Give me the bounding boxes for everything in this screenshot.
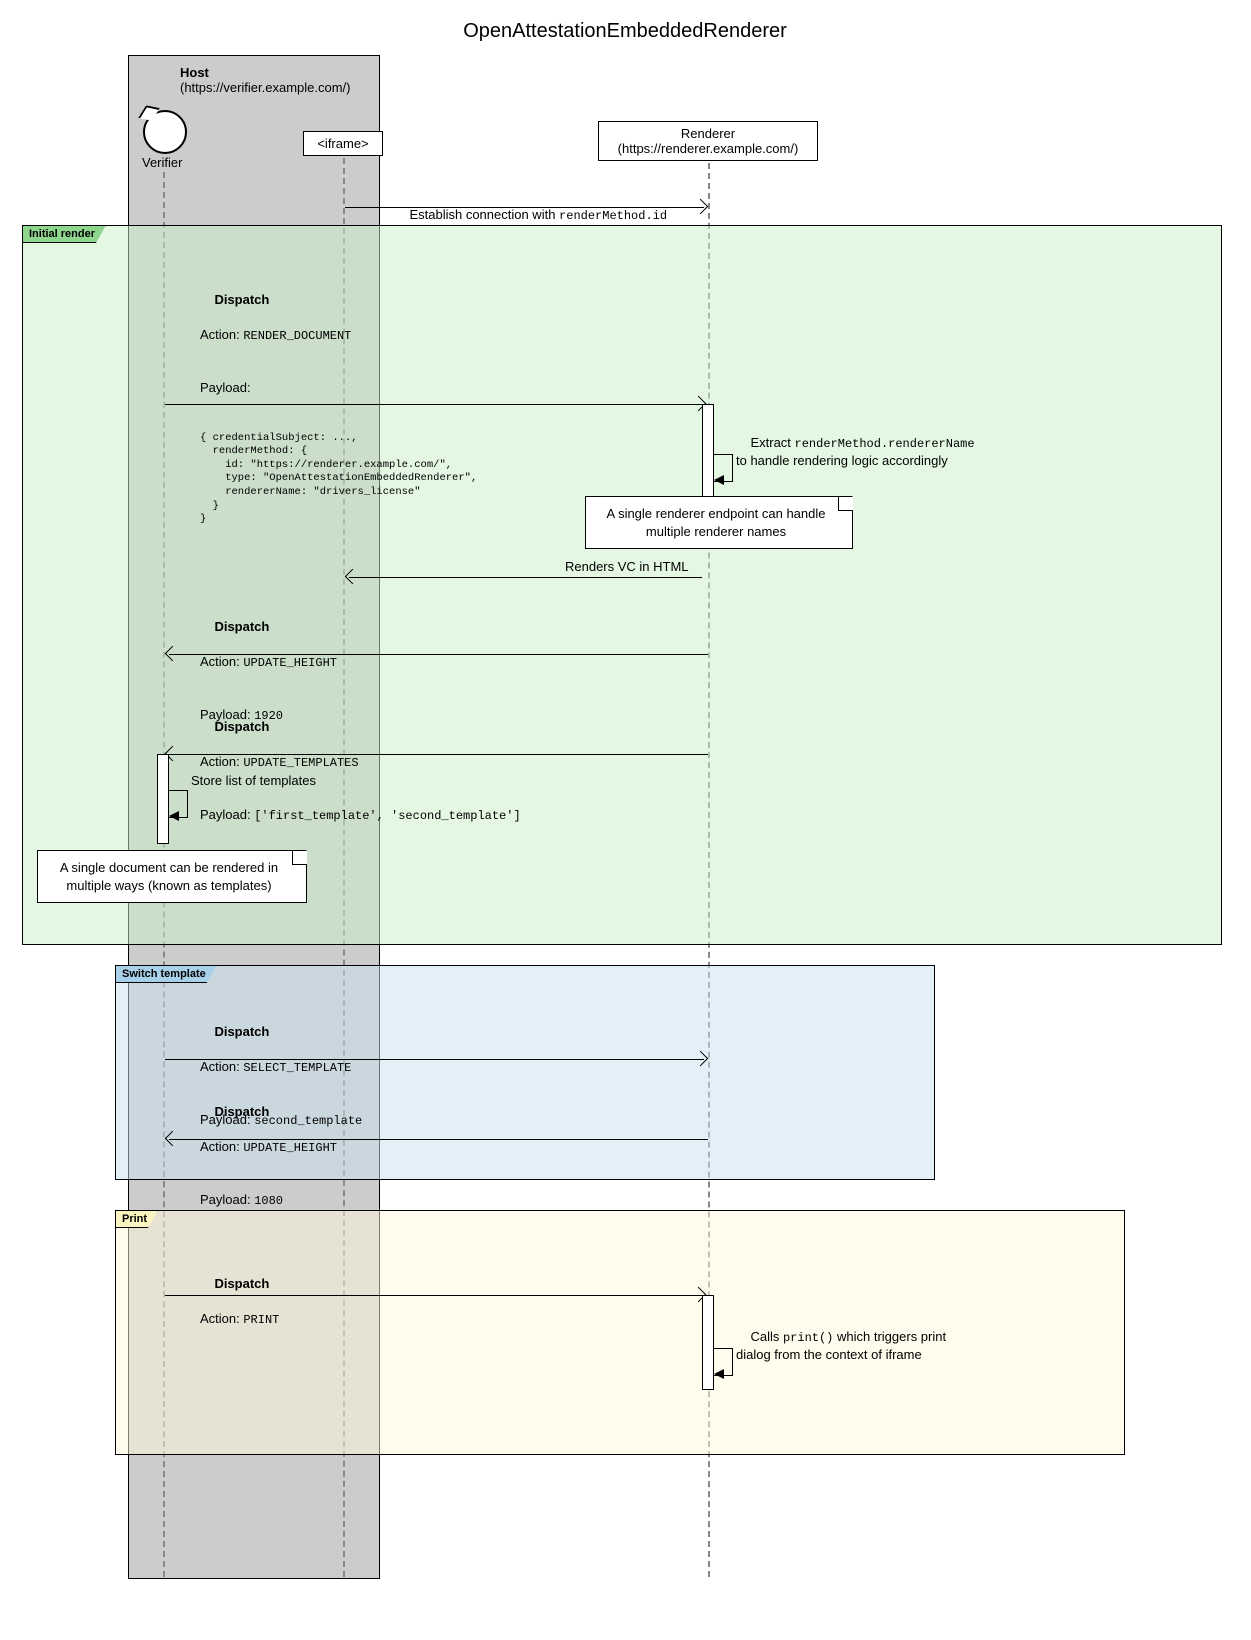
- msg-calls-print: Calls print() which triggers print dialo…: [736, 1310, 946, 1381]
- arrow-renders-vc: [349, 577, 702, 578]
- arrow-render-document: [165, 404, 702, 405]
- arrow-update-templates: [169, 754, 708, 755]
- arrow-update-height-1080: [169, 1139, 708, 1140]
- arrow-select-template: [165, 1059, 704, 1060]
- note-renderer-endpoint: A single renderer endpoint can handle mu…: [585, 496, 853, 549]
- activation-renderer-print: [702, 1295, 714, 1390]
- diagram-title: OpenAttestationEmbeddedRenderer: [20, 20, 1230, 43]
- selfloop-renderer-print-arrow: [714, 1369, 724, 1379]
- renderer-name: Renderer: [681, 126, 735, 141]
- arrow-update-height-1920: [169, 654, 708, 655]
- msg-renders-vc: Renders VC in HTML: [565, 558, 689, 576]
- arrow-print: [165, 1295, 702, 1296]
- host-label: Host (https://verifier.example.com/): [180, 65, 351, 95]
- renderer-participant: Renderer (https://renderer.example.com/): [598, 121, 818, 161]
- host-url: (https://verifier.example.com/): [180, 80, 351, 95]
- note-renderer-text: A single renderer endpoint can handle mu…: [607, 506, 826, 539]
- msg-store-templates: Store list of templates: [191, 772, 316, 790]
- selfloop-verifier-store-arrow: [169, 811, 179, 821]
- renderer-url: (https://renderer.example.com/): [618, 141, 799, 156]
- frame-print-tag: Print: [115, 1210, 158, 1228]
- actor-label: Verifier: [142, 155, 182, 170]
- activation-verifier-1: [157, 754, 169, 844]
- iframe-label: <iframe>: [317, 136, 368, 151]
- frame-initial-render-tag: Initial render: [22, 225, 106, 243]
- msg-extract-renderer-name: Extract renderMethod.rendererName to han…: [736, 416, 975, 487]
- note-document-text: A single document can be rendered in mul…: [60, 860, 278, 893]
- msg-render-document: Dispatch Action: RENDER_DOCUMENT Payload…: [200, 273, 477, 562]
- msg-print: Dispatch Action: PRINT: [200, 1257, 279, 1363]
- iframe-participant: <iframe>: [303, 131, 383, 156]
- render-payload-json: { credentialSubject: ..., renderMethod: …: [200, 432, 477, 527]
- selfloop-renderer-extract-arrow: [714, 475, 724, 485]
- frame-switch-template-tag: Switch template: [115, 965, 217, 983]
- note-document-templates: A single document can be rendered in mul…: [37, 850, 307, 903]
- host-name: Host: [180, 65, 209, 80]
- arrow-establish: [345, 207, 704, 208]
- sequence-diagram: OpenAttestationEmbeddedRenderer Host (ht…: [20, 20, 1230, 1620]
